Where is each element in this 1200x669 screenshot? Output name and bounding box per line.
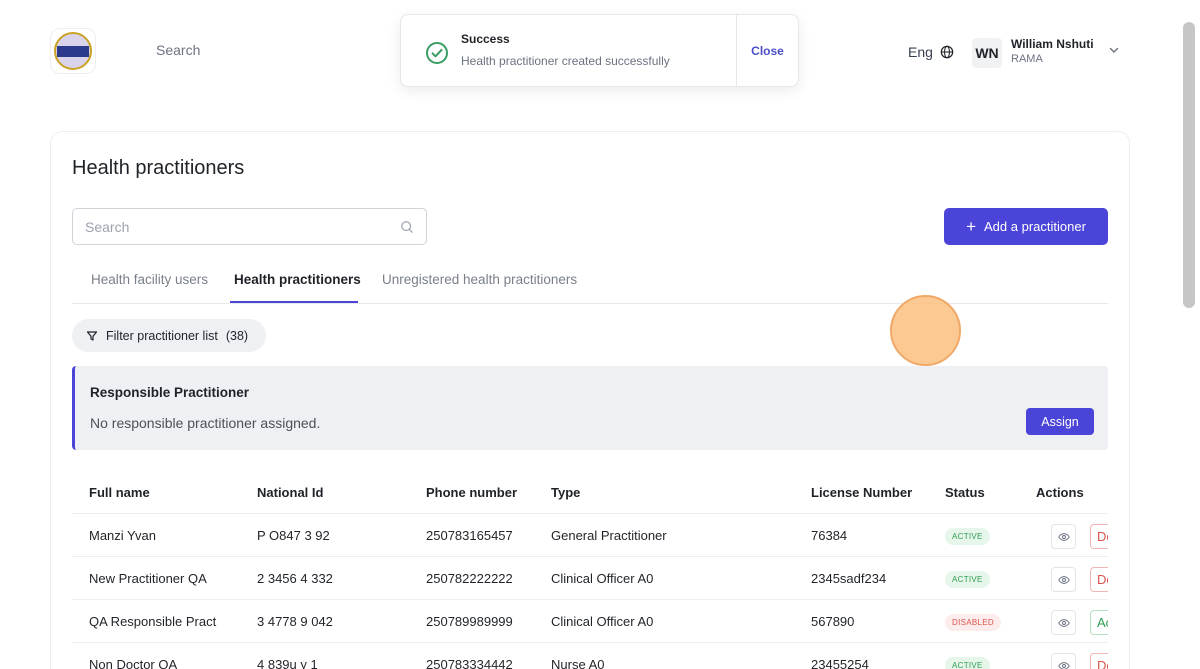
status-badge: ACTIVE xyxy=(945,657,990,669)
column-header-phone: Phone number xyxy=(426,485,518,500)
page-title: Health practitioners xyxy=(72,157,245,179)
user-name: William Nshuti xyxy=(1011,37,1094,51)
rssb-logo[interactable] xyxy=(50,28,96,74)
deactivate-button[interactable]: De xyxy=(1090,567,1108,592)
cell-license: 567890 xyxy=(811,614,855,629)
table-row[interactable]: Non Doctor QA 4 839u y 1 250783334442 Nu… xyxy=(72,642,1108,669)
cell-full-name: Manzi Yvan xyxy=(89,528,156,543)
cell-national-id: 4 839u y 1 xyxy=(257,657,318,669)
toast-body: Success Health practitioner created succ… xyxy=(401,15,736,86)
table-row[interactable]: QA Responsible Pract 3 4778 9 042 250789… xyxy=(72,599,1108,642)
cell-type: Clinical Officer A0 xyxy=(551,614,654,629)
cell-license: 2345sadf234 xyxy=(811,571,887,586)
column-header-status: Status xyxy=(945,485,985,500)
page-scrollbar[interactable] xyxy=(1183,22,1195,308)
cell-national-id: 2 3456 4 332 xyxy=(257,571,333,586)
add-practitioner-button[interactable]: + Add a practitioner xyxy=(944,208,1108,245)
user-menu[interactable]: William Nshuti RAMA xyxy=(1011,37,1094,65)
check-circle-icon xyxy=(426,42,448,64)
practitioner-search-input[interactable]: Search xyxy=(72,208,427,245)
cell-phone: 250783165457 xyxy=(426,528,513,543)
eye-icon xyxy=(1057,661,1070,669)
cell-type: Nurse A0 xyxy=(551,657,605,669)
tab-health-practitioners[interactable]: Health practitioners xyxy=(234,272,361,287)
toast-title: Success xyxy=(461,32,510,46)
deactivate-button[interactable]: De xyxy=(1090,653,1108,669)
search-icon xyxy=(401,220,413,233)
language-selector[interactable]: Eng xyxy=(908,44,954,60)
assign-button[interactable]: Assign xyxy=(1026,408,1094,435)
globe-icon xyxy=(940,45,954,59)
cell-phone: 250789989999 xyxy=(426,614,513,629)
cell-full-name: Non Doctor QA xyxy=(89,657,178,669)
language-label: Eng xyxy=(908,44,933,60)
column-header-actions: Actions xyxy=(1036,485,1084,500)
cell-national-id: P O847 3 92 xyxy=(257,528,330,543)
status-badge: ACTIVE xyxy=(945,571,990,588)
toast-close-button[interactable]: Close xyxy=(736,15,798,86)
column-header-full-name: Full name xyxy=(89,485,150,500)
cell-full-name: New Practitioner QA xyxy=(89,571,207,586)
view-button[interactable] xyxy=(1051,610,1076,635)
deactivate-button[interactable]: De xyxy=(1090,524,1108,549)
responsible-practitioner-panel: Responsible Practitioner No responsible … xyxy=(72,366,1108,450)
activate-button[interactable]: Ac xyxy=(1090,610,1108,635)
table-row[interactable]: New Practitioner QA 2 3456 4 332 2507822… xyxy=(72,556,1108,599)
table-row[interactable]: Manzi Yvan P O847 3 92 250783165457 Gene… xyxy=(72,513,1108,556)
filter-practitioner-button[interactable]: Filter practitioner list (38) xyxy=(72,319,266,352)
responsible-title: Responsible Practitioner xyxy=(90,385,250,400)
cell-phone: 250783334442 xyxy=(426,657,513,669)
filter-icon xyxy=(86,330,98,341)
toast-message: Health practitioner created successfully xyxy=(461,54,670,68)
cell-type: Clinical Officer A0 xyxy=(551,571,654,586)
success-toast: Success Health practitioner created succ… xyxy=(400,14,799,87)
cell-phone: 250782222222 xyxy=(426,571,513,586)
user-organization: RAMA xyxy=(1011,53,1043,65)
eye-icon xyxy=(1057,618,1070,627)
logo-band xyxy=(57,46,89,57)
eye-icon xyxy=(1057,532,1070,541)
filter-count: (38) xyxy=(225,328,249,343)
eye-icon xyxy=(1057,575,1070,584)
status-badge: DISABLED xyxy=(945,614,1001,631)
column-header-type: Type xyxy=(551,485,581,500)
status-badge: ACTIVE xyxy=(945,528,990,545)
chevron-down-icon[interactable] xyxy=(1108,44,1120,56)
tabs-divider xyxy=(72,303,1108,304)
logo-emblem xyxy=(54,32,92,70)
add-practitioner-label: Add a practitioner xyxy=(984,219,1086,234)
view-button[interactable] xyxy=(1051,567,1076,592)
view-button[interactable] xyxy=(1051,524,1076,549)
tab-health-facility-users[interactable]: Health facility users xyxy=(91,272,208,287)
column-header-license: License Number xyxy=(811,485,913,500)
responsible-text: No responsible practitioner assigned. xyxy=(90,415,321,431)
tab-unregistered-practitioners[interactable]: Unregistered health practitioners xyxy=(382,272,577,287)
user-avatar[interactable]: WN xyxy=(972,38,1002,68)
active-tab-indicator xyxy=(230,301,358,303)
cell-full-name: QA Responsible Pract xyxy=(89,614,217,629)
header-search[interactable]: Search xyxy=(156,42,200,58)
cell-national-id: 3 4778 9 042 xyxy=(257,614,333,629)
cell-license: 76384 xyxy=(811,528,848,543)
column-header-national-id: National Id xyxy=(257,485,324,500)
click-indicator xyxy=(890,295,961,366)
cell-license: 23455254 xyxy=(811,657,869,669)
cell-type: General Practitioner xyxy=(551,528,667,543)
search-placeholder: Search xyxy=(85,218,130,235)
filter-label: Filter practitioner list xyxy=(106,328,218,343)
view-button[interactable] xyxy=(1051,653,1076,669)
plus-icon: + xyxy=(966,217,977,236)
